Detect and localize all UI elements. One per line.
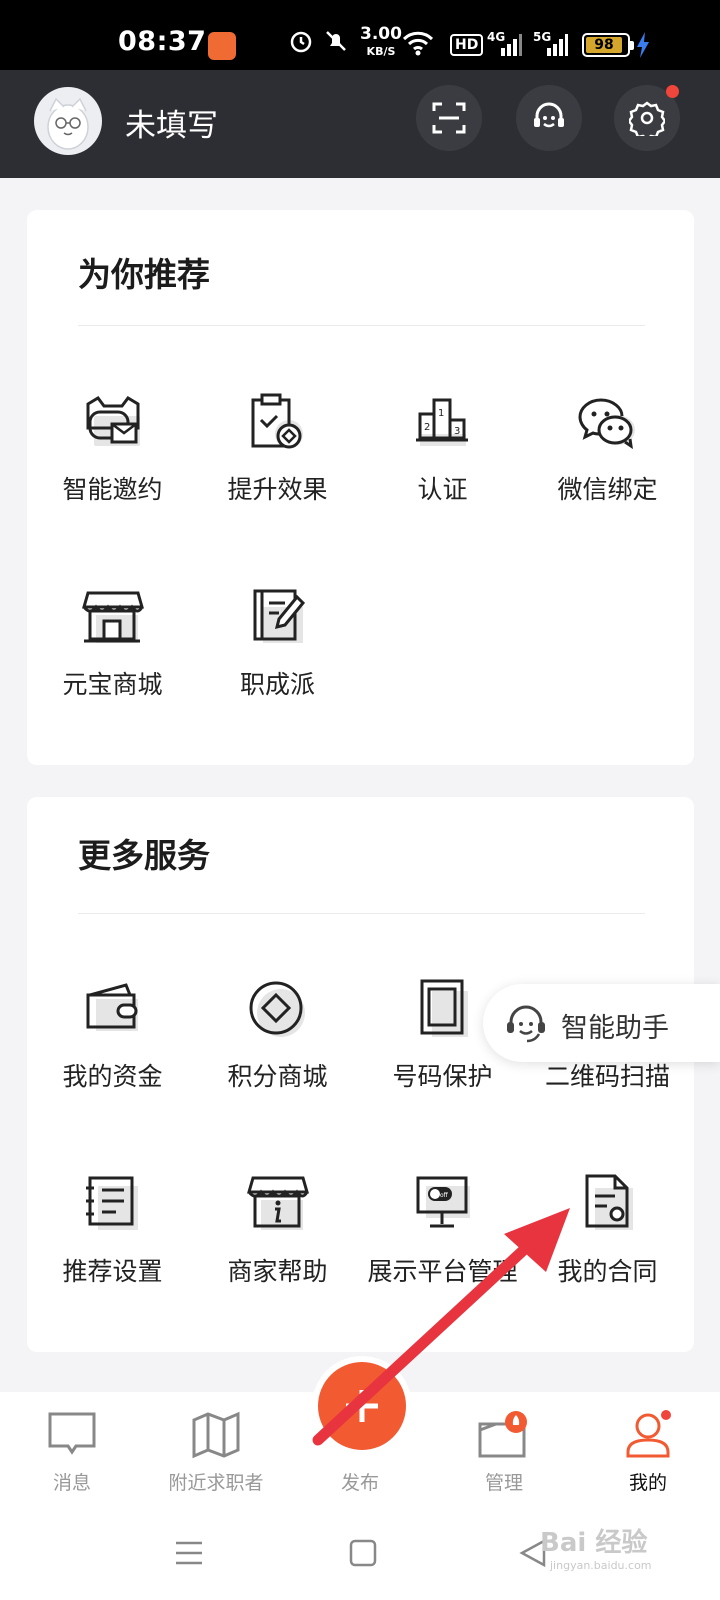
smart-assistant-button[interactable]: 智能助手 (483, 984, 720, 1062)
message-icon (48, 1412, 96, 1455)
nav-label: 附近求职者 (168, 1472, 264, 1494)
customer-service-button[interactable] (516, 85, 582, 151)
hd-badge: HD (450, 34, 484, 56)
service-label: 二维码扫描 (544, 1062, 670, 1091)
recommend-card: 为你推荐 智能邀约 提升效果 1 2 3 认证 微信绑定 元宝商城 职成派 (27, 210, 694, 765)
monitor-toggle-icon: off (416, 1176, 470, 1228)
avatar[interactable] (34, 87, 102, 155)
podium-icon: 1 2 3 (415, 398, 468, 446)
service-my-funds[interactable]: 我的资金 (30, 977, 195, 1093)
scan-button[interactable] (416, 85, 482, 151)
app-notification-icon (208, 32, 236, 60)
gear-icon (629, 101, 665, 136)
service-label: 推荐设置 (62, 1257, 163, 1286)
charging-icon (637, 32, 649, 58)
signal-icon (501, 34, 522, 56)
settings-notification-dot (666, 85, 679, 98)
service-recommend-settings[interactable]: 推荐设置 (30, 1172, 195, 1288)
nav-manage[interactable]: 管理 (434, 1410, 574, 1495)
battery-level: 98 (586, 37, 622, 53)
service-smart-invite[interactable]: 智能邀约 (30, 390, 195, 506)
more-services-title: 更多服务 (78, 836, 210, 875)
service-label: 提升效果 (227, 475, 328, 504)
mute-icon (326, 31, 346, 51)
smart-assistant-label: 智能助手 (561, 1013, 669, 1044)
clipboard-coin-icon (251, 393, 303, 449)
scan-icon (432, 102, 466, 134)
service-points-mall[interactable]: 积分商城 (195, 977, 360, 1093)
signal-icon (547, 34, 568, 56)
nav-label: 我的 (628, 1472, 667, 1494)
home-icon[interactable] (348, 1538, 378, 1568)
service-label: 认证 (417, 475, 468, 504)
profile-header: 未填写 (0, 70, 720, 178)
map-icon (192, 1411, 240, 1459)
service-label: 号码保护 (392, 1062, 493, 1091)
nav-label: 消息 (52, 1472, 91, 1494)
notebook-pen-icon (253, 589, 305, 643)
store-info-icon (246, 1176, 309, 1230)
nav-nearby-seekers[interactable]: 附近求职者 (146, 1410, 286, 1495)
nav-messages[interactable]: 消息 (2, 1410, 142, 1495)
more-services-card: 更多服务 我的资金 积分商城 号码保护 二维码扫描 推荐设置 商家帮助 off … (27, 797, 694, 1352)
divider (78, 325, 645, 326)
briefcase-icon (478, 1411, 527, 1458)
service-wechat-bind[interactable]: 微信绑定 (525, 390, 690, 506)
publish-button[interactable] (318, 1362, 406, 1450)
headset-icon (507, 1005, 545, 1043)
svg-text:2: 2 (424, 422, 430, 433)
service-display-platform[interactable]: off 展示平台管理 (360, 1172, 525, 1288)
svg-text:3: 3 (454, 426, 460, 437)
battery-icon: 98 (582, 33, 634, 57)
service-zhichengpai[interactable]: 职成派 (195, 585, 360, 701)
tablet-icon (420, 979, 468, 1037)
nav-label: 管理 (484, 1472, 523, 1494)
alarm-icon (290, 31, 312, 53)
svg-text:off: off (440, 1192, 449, 1199)
wallet-icon (86, 983, 138, 1031)
status-bar: 08:37 3.00 KB/S HD 4G 5G 98 (0, 0, 720, 70)
settings-button[interactable] (614, 85, 680, 151)
service-my-contract[interactable]: 我的合同 (525, 1172, 690, 1288)
service-label: 我的合同 (557, 1257, 658, 1286)
recommend-title: 为你推荐 (78, 255, 210, 294)
headset-icon (534, 102, 564, 128)
storefront-icon (81, 591, 144, 643)
wechat-icon (577, 398, 635, 450)
contract-icon (585, 1174, 633, 1230)
list-settings-icon (85, 1176, 138, 1230)
nav-label: 发布 (340, 1472, 379, 1494)
service-label: 积分商城 (227, 1062, 328, 1091)
service-label: 职成派 (239, 670, 315, 699)
robot-mail-icon (86, 396, 140, 446)
service-label: 我的资金 (62, 1062, 163, 1091)
plus-icon (346, 1390, 378, 1422)
service-label: 元宝商城 (62, 670, 163, 699)
points-coin-icon (249, 981, 305, 1037)
divider (78, 913, 645, 914)
service-yuanbao-mall[interactable]: 元宝商城 (30, 585, 195, 701)
watermark: Bai 经验 jingyan.baidu.com (540, 1528, 652, 1572)
service-certification[interactable]: 1 2 3 认证 (360, 390, 525, 506)
wifi-icon (402, 31, 434, 56)
username[interactable]: 未填写 (125, 100, 218, 145)
service-boost-effect[interactable]: 提升效果 (195, 390, 360, 506)
menu-icon[interactable] (174, 1538, 204, 1568)
service-merchant-help[interactable]: 商家帮助 (195, 1172, 360, 1288)
service-label: 智能邀约 (62, 475, 163, 504)
nav-mine[interactable]: 我的 (578, 1410, 718, 1495)
service-label: 微信绑定 (557, 475, 658, 504)
service-label: 展示平台管理 (367, 1257, 518, 1286)
person-icon (626, 1410, 671, 1458)
network-speed: 3.00 KB/S (360, 24, 402, 59)
status-time: 08:37 (118, 26, 207, 57)
svg-text:1: 1 (438, 408, 444, 419)
service-label: 商家帮助 (227, 1257, 328, 1286)
